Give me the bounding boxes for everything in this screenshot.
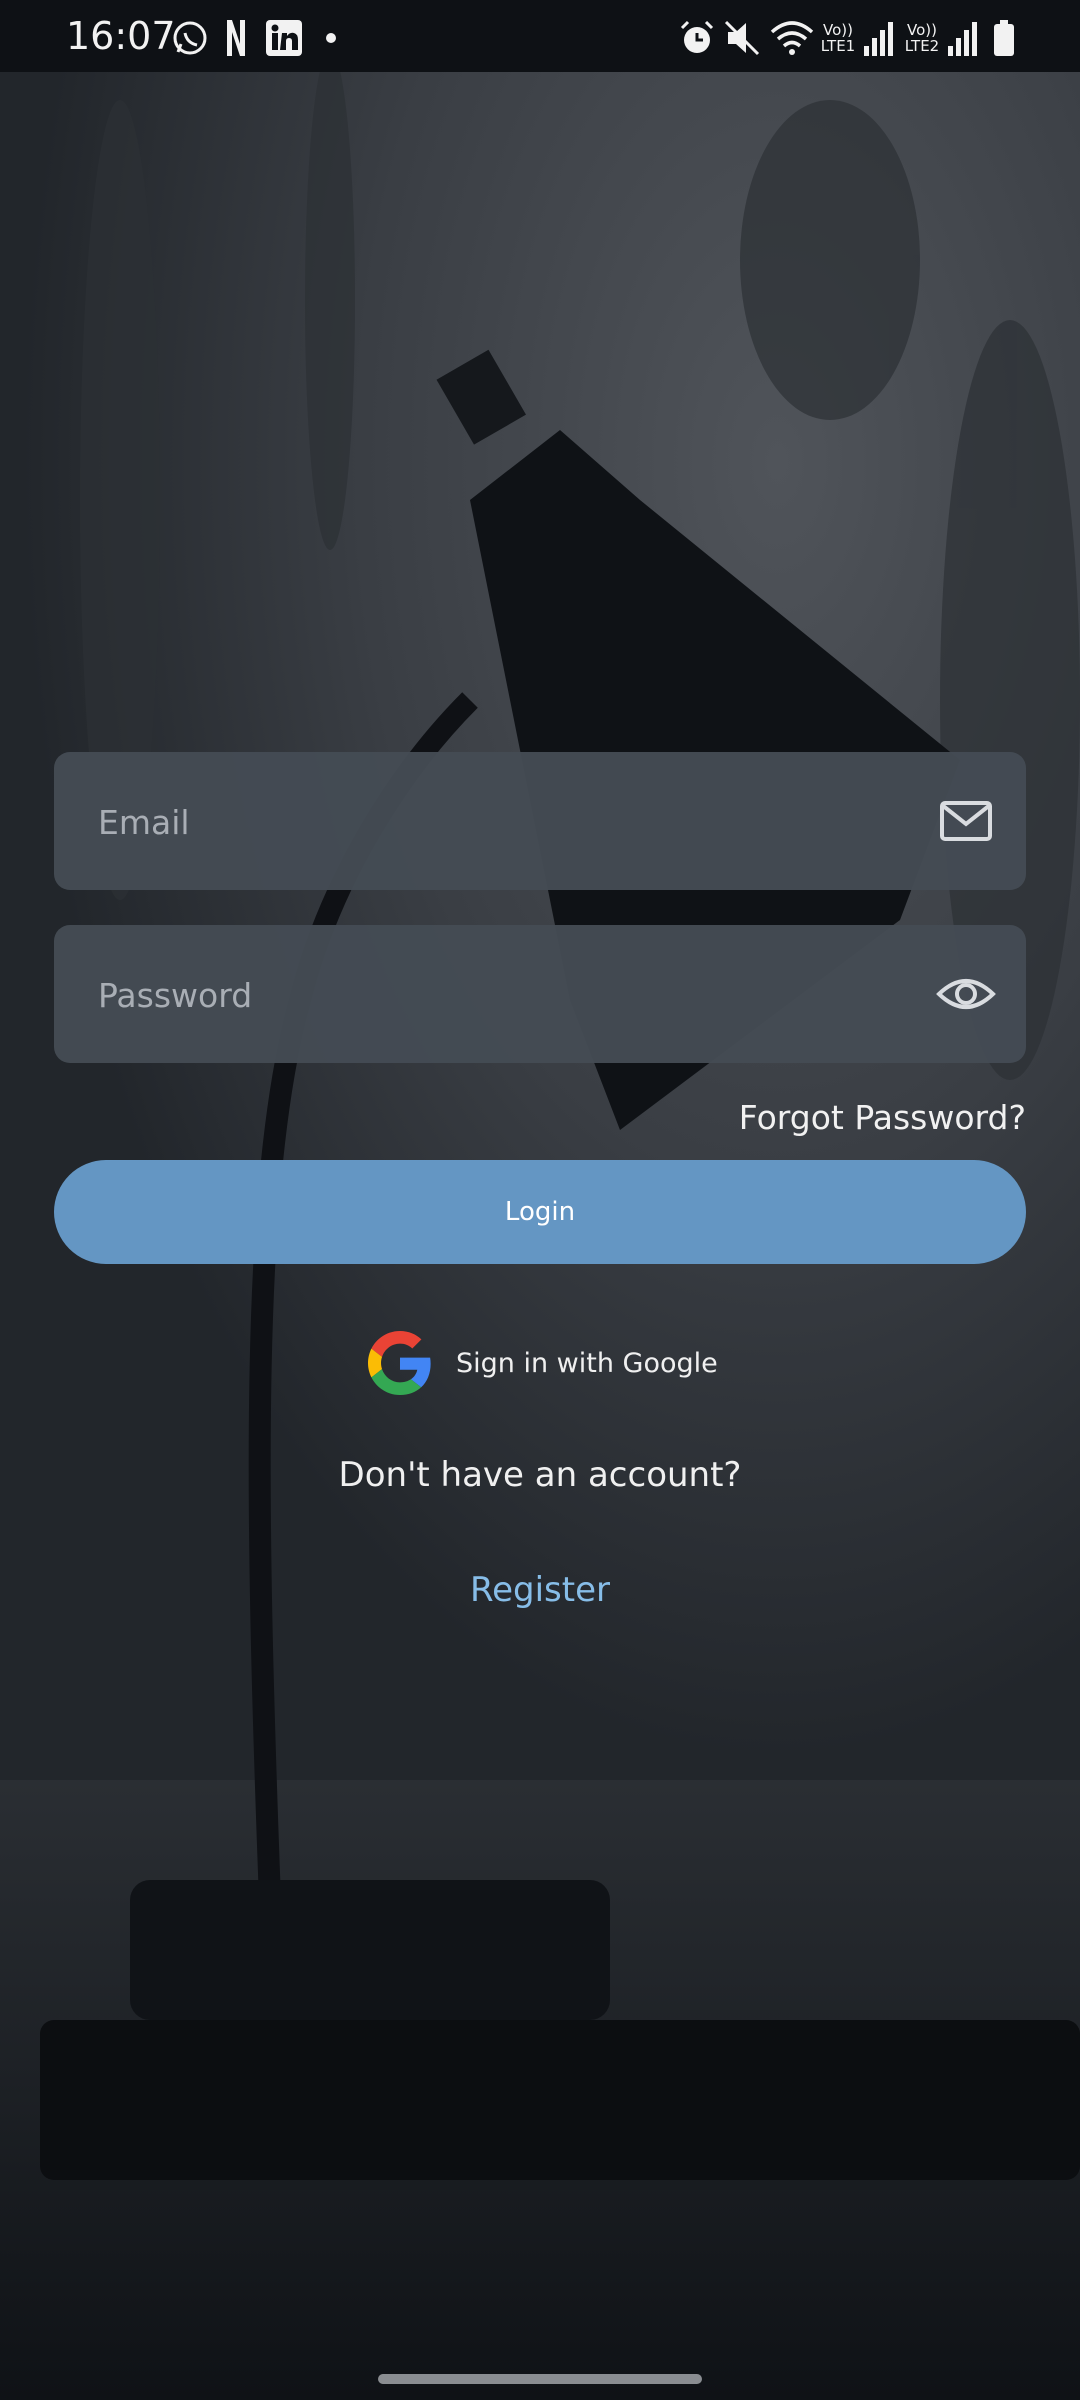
google-logo-icon	[368, 1331, 431, 1395]
password-field[interactable]	[54, 925, 1026, 1065]
netflix-icon	[227, 20, 245, 56]
linkedin-icon	[266, 20, 302, 56]
password-input[interactable]	[96, 925, 900, 1065]
wifi-icon	[770, 21, 814, 55]
mail-icon	[940, 801, 992, 841]
battery-icon	[994, 20, 1014, 56]
status-time: 16:07	[66, 14, 176, 58]
signal-lte2-icon	[948, 22, 977, 56]
alarm-icon	[680, 20, 714, 53]
status-bar: 16:07 Vo)) LTE1 Vo)) LTE2	[0, 0, 1080, 72]
sim1-label: Vo)) LTE1	[820, 21, 856, 55]
eye-icon[interactable]	[936, 964, 996, 1024]
whatsapp-icon	[173, 21, 207, 55]
no-account-prompt: Don't have an account?	[338, 1455, 742, 1495]
signal-lte1-icon	[864, 22, 893, 56]
email-field[interactable]	[54, 752, 1026, 892]
email-input[interactable]	[96, 752, 900, 892]
dot-icon	[326, 33, 336, 43]
forgot-password-link[interactable]: Forgot Password?	[739, 1098, 1026, 1137]
login-button[interactable]: Login	[54, 1160, 1026, 1264]
home-indicator[interactable]	[378, 2374, 702, 2384]
register-link[interactable]: Register	[0, 1570, 1080, 1610]
mute-icon	[724, 20, 760, 56]
google-sign-in-button[interactable]: Sign in with Google	[368, 1330, 718, 1396]
google-sign-in-label: Sign in with Google	[456, 1347, 718, 1379]
sim2-label: Vo)) LTE2	[904, 21, 940, 55]
